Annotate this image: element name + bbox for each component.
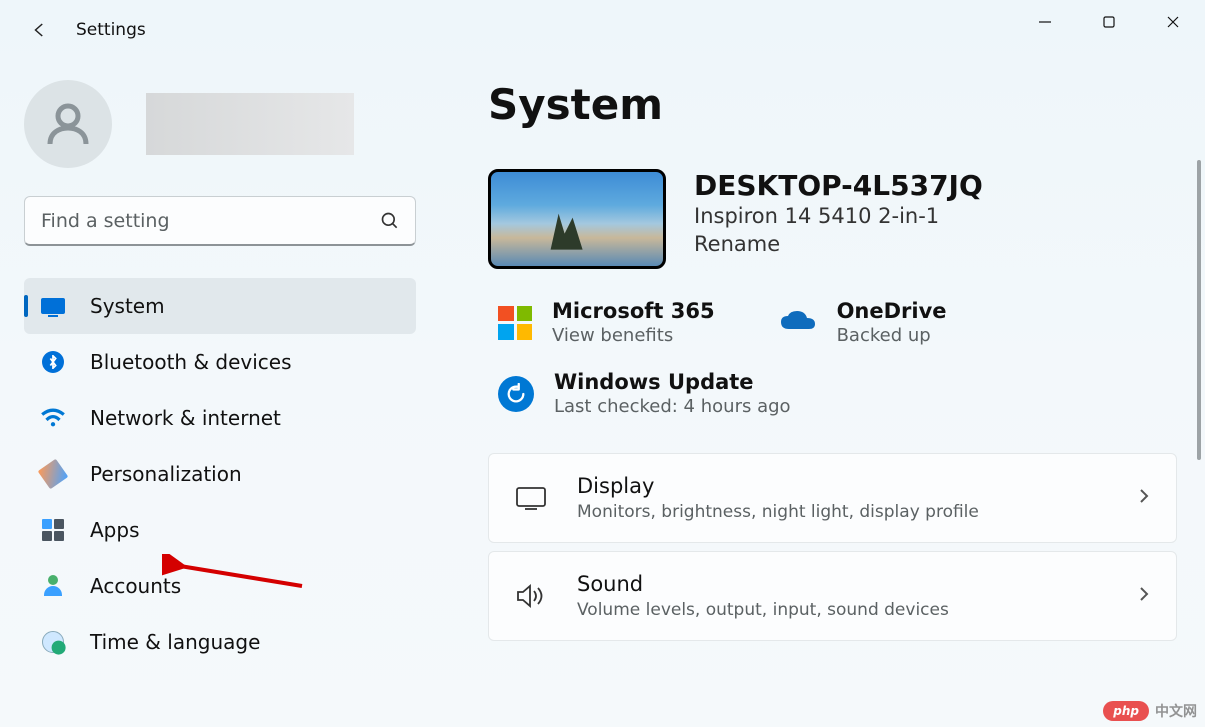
settings-list: Display Monitors, brightness, night ligh…: [488, 453, 1177, 641]
sidebar-item-label: Personalization: [90, 462, 242, 486]
sidebar-item-label: Bluetooth & devices: [90, 350, 292, 374]
apps-icon: [40, 517, 66, 543]
status-title: Microsoft 365: [552, 299, 715, 323]
rename-link[interactable]: Rename: [694, 232, 780, 256]
bluetooth-icon: [40, 349, 66, 375]
display-icon: [513, 486, 549, 510]
nav-list: System Bluetooth & devices Network & int…: [24, 278, 416, 670]
sidebar-item-apps[interactable]: Apps: [24, 502, 416, 558]
status-title: OneDrive: [837, 299, 947, 323]
sound-icon: [513, 583, 549, 609]
status-title: Windows Update: [554, 370, 791, 394]
device-model: Inspiron 14 5410 2-in-1: [694, 204, 983, 228]
search-icon: [380, 211, 400, 231]
chevron-right-icon: [1136, 586, 1152, 606]
main-scrollbar[interactable]: [1197, 160, 1201, 460]
user-block[interactable]: [24, 80, 416, 168]
device-name: DESKTOP-4L537JQ: [694, 169, 983, 202]
sidebar-item-label: Apps: [90, 518, 140, 542]
app-title: Settings: [76, 20, 146, 40]
minimize-icon: [1038, 15, 1052, 29]
window-controls: [1013, 0, 1205, 44]
sidebar-item-network[interactable]: Network & internet: [24, 390, 416, 446]
maximize-icon: [1102, 15, 1116, 29]
onedrive-card[interactable]: OneDrive Backed up: [779, 299, 947, 346]
sidebar-item-system[interactable]: System: [24, 278, 416, 334]
sidebar-item-personalization[interactable]: Personalization: [24, 446, 416, 502]
person-icon: [44, 100, 92, 148]
watermark-text: 中文网: [1155, 701, 1197, 721]
page-title: System: [488, 80, 1177, 129]
setting-title: Sound: [577, 572, 1108, 596]
system-icon: [40, 293, 66, 319]
sidebar-item-bluetooth[interactable]: Bluetooth & devices: [24, 334, 416, 390]
time-language-icon: [40, 629, 66, 655]
sidebar-item-accounts[interactable]: Accounts: [24, 558, 416, 614]
arrow-left-icon: [31, 21, 49, 39]
status-subtitle: Last checked: 4 hours ago: [554, 396, 791, 417]
paintbrush-icon: [40, 461, 66, 487]
windows-update-card[interactable]: Windows Update Last checked: 4 hours ago: [498, 370, 1177, 417]
status-subtitle: Backed up: [837, 325, 947, 346]
device-info: DESKTOP-4L537JQ Inspiron 14 5410 2-in-1 …: [694, 169, 983, 256]
maximize-button[interactable]: [1077, 0, 1141, 44]
microsoft-365-card[interactable]: Microsoft 365 View benefits: [498, 299, 715, 346]
main-content: System DESKTOP-4L537JQ Inspiron 14 5410 …: [440, 60, 1205, 727]
sidebar-item-label: Network & internet: [90, 406, 281, 430]
sidebar: System Bluetooth & devices Network & int…: [0, 60, 440, 727]
back-button[interactable]: [22, 12, 58, 48]
search-input[interactable]: [24, 196, 416, 246]
microsoft-logo-icon: [498, 306, 532, 340]
setting-title: Display: [577, 474, 1108, 498]
avatar: [24, 80, 112, 168]
setting-subtitle: Volume levels, output, input, sound devi…: [577, 600, 1108, 620]
watermark-pill: php: [1103, 701, 1149, 721]
accounts-icon: [40, 573, 66, 599]
close-button[interactable]: [1141, 0, 1205, 44]
setting-item-sound[interactable]: Sound Volume levels, output, input, soun…: [488, 551, 1177, 641]
watermark: php 中文网: [1103, 701, 1197, 721]
device-block: DESKTOP-4L537JQ Inspiron 14 5410 2-in-1 …: [488, 169, 1177, 269]
user-name-redacted: [146, 93, 354, 155]
setting-item-display[interactable]: Display Monitors, brightness, night ligh…: [488, 453, 1177, 543]
status-row: Microsoft 365 View benefits OneDrive Bac…: [498, 299, 1177, 346]
device-wallpaper-thumbnail[interactable]: [488, 169, 666, 269]
windows-update-icon: [498, 376, 534, 412]
sidebar-item-label: Accounts: [90, 574, 181, 598]
wifi-icon: [40, 405, 66, 431]
sidebar-item-label: Time & language: [90, 630, 260, 654]
minimize-button[interactable]: [1013, 0, 1077, 44]
sidebar-item-label: System: [90, 294, 165, 318]
status-subtitle: View benefits: [552, 325, 715, 346]
setting-subtitle: Monitors, brightness, night light, displ…: [577, 502, 1108, 522]
sidebar-item-time-language[interactable]: Time & language: [24, 614, 416, 670]
close-icon: [1166, 15, 1180, 29]
onedrive-icon: [779, 309, 817, 337]
search-box[interactable]: [24, 196, 416, 246]
chevron-right-icon: [1136, 488, 1152, 508]
